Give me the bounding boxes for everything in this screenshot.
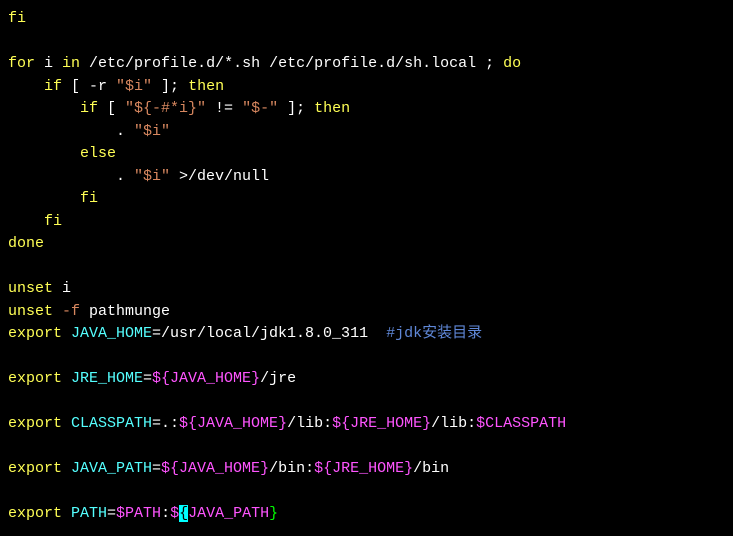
code-line: . "$i" [8, 123, 170, 140]
code-line: for i in /etc/profile.d/*.sh /etc/profil… [8, 55, 521, 72]
code-line: fi [8, 10, 26, 27]
code-line: else [8, 145, 116, 162]
code-line: fi [8, 190, 98, 207]
code-line: export CLASSPATH=.:${JAVA_HOME}/lib:${JR… [8, 415, 566, 432]
code-line: unset i [8, 280, 71, 297]
code-line: done [8, 235, 44, 252]
code-line: . "$i" >/dev/null [8, 168, 269, 185]
cursor-bracket-open: { [179, 505, 188, 522]
code-line: export JRE_HOME=${JAVA_HOME}/jre [8, 370, 296, 387]
terminal-editor[interactable]: fi for i in /etc/profile.d/*.sh /etc/pro… [8, 8, 725, 526]
code-line: fi [8, 213, 62, 230]
code-line: unset -f pathmunge [8, 303, 170, 320]
code-line: export PATH=$PATH:${JAVA_PATH} [8, 505, 278, 522]
code-line: export JAVA_PATH=${JAVA_HOME}/bin:${JRE_… [8, 460, 449, 477]
code-line: export JAVA_HOME=/usr/local/jdk1.8.0_311… [8, 325, 482, 342]
cursor-bracket-close: } [269, 505, 278, 522]
code-line: if [ -r "$i" ]; then [8, 78, 224, 95]
code-line: if [ "${-#*i}" != "$-" ]; then [8, 100, 350, 117]
